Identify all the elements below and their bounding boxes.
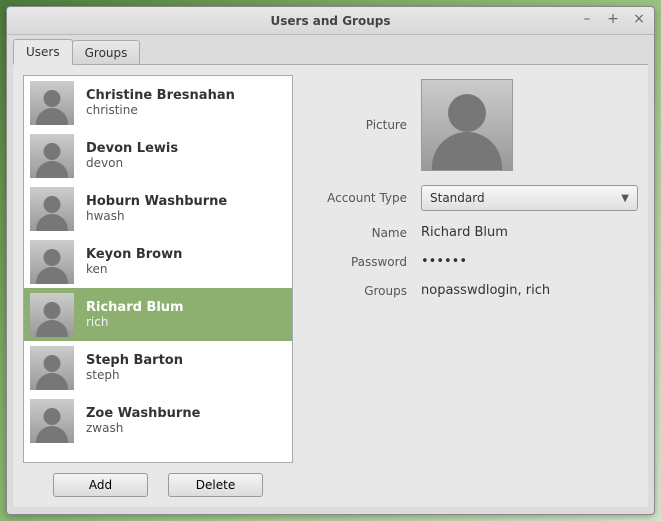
label-password: Password xyxy=(303,255,421,269)
user-fullname: Keyon Brown xyxy=(86,247,182,262)
row-account-type: Account Type Standard ▼ xyxy=(303,185,638,211)
user-list[interactable]: Christine Bresnahanchristine Devon Lewisd… xyxy=(23,75,293,463)
account-type-dropdown[interactable]: Standard ▼ xyxy=(421,185,638,211)
tab-bar: Users Groups xyxy=(7,35,654,65)
user-row[interactable]: Devon Lewisdevon xyxy=(24,129,292,182)
row-groups: Groups nopasswdlogin, rich xyxy=(303,283,638,298)
avatar-icon xyxy=(30,81,74,125)
user-row[interactable]: Zoe Washburnezwash xyxy=(24,394,292,447)
user-login: zwash xyxy=(86,421,200,435)
minimize-button[interactable]: – xyxy=(578,11,596,29)
avatar-icon xyxy=(30,399,74,443)
avatar-icon xyxy=(30,346,74,390)
user-login: steph xyxy=(86,368,183,382)
delete-button[interactable]: Delete xyxy=(168,473,263,497)
user-login: rich xyxy=(86,315,184,329)
user-fullname: Steph Barton xyxy=(86,353,183,368)
user-login: devon xyxy=(86,156,178,170)
chevron-down-icon: ▼ xyxy=(621,193,629,204)
left-column: Christine Bresnahanchristine Devon Lewisd… xyxy=(13,65,303,507)
user-login: ken xyxy=(86,262,182,276)
user-meta: Keyon Brownken xyxy=(86,247,182,276)
user-fullname: Christine Bresnahan xyxy=(86,88,235,103)
titlebar: Users and Groups – + × xyxy=(7,7,654,35)
account-type-value: Standard xyxy=(430,191,485,205)
close-button[interactable]: × xyxy=(630,11,648,29)
avatar-icon xyxy=(30,187,74,231)
user-meta: Zoe Washburnezwash xyxy=(86,406,200,435)
window: Users and Groups – + × Users Groups Chri… xyxy=(6,6,655,515)
add-button[interactable]: Add xyxy=(53,473,148,497)
label-name: Name xyxy=(303,226,421,240)
avatar-icon xyxy=(30,293,74,337)
groups-value[interactable]: nopasswdlogin, rich xyxy=(421,283,638,298)
maximize-button[interactable]: + xyxy=(604,11,622,29)
name-value[interactable]: Richard Blum xyxy=(421,225,638,240)
user-login: hwash xyxy=(86,209,227,223)
window-controls: – + × xyxy=(578,11,648,29)
row-password: Password •••••• xyxy=(303,254,638,269)
user-login: christine xyxy=(86,103,235,117)
row-name: Name Richard Blum xyxy=(303,225,638,240)
user-meta: Richard Blumrich xyxy=(86,300,184,329)
avatar-icon xyxy=(30,134,74,178)
button-row: Add Delete xyxy=(23,473,293,497)
user-meta: Hoburn Washburnehwash xyxy=(86,194,227,223)
tab-users[interactable]: Users xyxy=(13,39,73,65)
user-row[interactable]: Hoburn Washburnehwash xyxy=(24,182,292,235)
user-meta: Steph Bartonsteph xyxy=(86,353,183,382)
label-picture: Picture xyxy=(303,118,421,132)
password-value[interactable]: •••••• xyxy=(421,254,638,269)
picture-avatar[interactable] xyxy=(421,79,513,171)
user-row[interactable]: Keyon Brownken xyxy=(24,235,292,288)
user-fullname: Richard Blum xyxy=(86,300,184,315)
user-row[interactable]: Steph Bartonsteph xyxy=(24,341,292,394)
row-picture: Picture xyxy=(303,79,638,171)
avatar-icon xyxy=(30,240,74,284)
user-meta: Devon Lewisdevon xyxy=(86,141,178,170)
tab-groups[interactable]: Groups xyxy=(72,40,141,65)
user-meta: Christine Bresnahanchristine xyxy=(86,88,235,117)
user-row[interactable]: Christine Bresnahanchristine xyxy=(24,76,292,129)
user-fullname: Devon Lewis xyxy=(86,141,178,156)
user-fullname: Hoburn Washburne xyxy=(86,194,227,209)
window-title: Users and Groups xyxy=(271,14,391,28)
user-fullname: Zoe Washburne xyxy=(86,406,200,421)
user-row[interactable]: Richard Blumrich xyxy=(24,288,292,341)
users-panel: Christine Bresnahanchristine Devon Lewisd… xyxy=(13,64,648,507)
detail-column: Picture Account Type Standard ▼ Name Ric… xyxy=(303,65,648,507)
label-groups: Groups xyxy=(303,284,421,298)
label-account-type: Account Type xyxy=(303,191,421,205)
